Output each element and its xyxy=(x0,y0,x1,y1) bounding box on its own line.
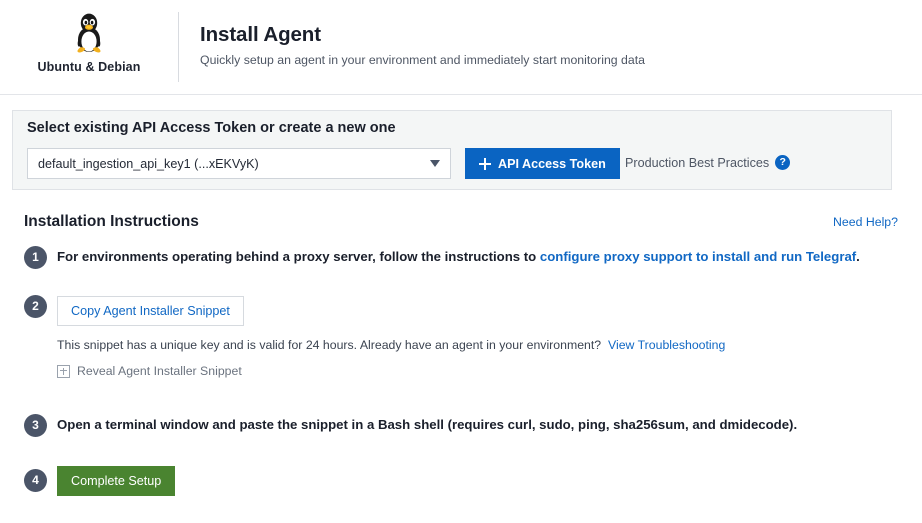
installation-steps: 1 For environments operating behind a pr… xyxy=(24,246,900,496)
step-3-body: Open a terminal window and paste the sni… xyxy=(57,414,900,435)
complete-setup-button[interactable]: Complete Setup xyxy=(57,466,175,496)
step-1-text-after: . xyxy=(856,249,860,264)
header-text-block: Install Agent Quickly setup an agent in … xyxy=(178,0,645,69)
expand-plus-box-icon xyxy=(57,365,70,378)
snippet-note: This snippet has a unique key and is val… xyxy=(57,337,900,354)
configure-proxy-support-link[interactable]: configure proxy support to install and r… xyxy=(540,249,856,264)
instructions-title: Installation Instructions xyxy=(24,213,199,231)
step-1: 1 For environments operating behind a pr… xyxy=(24,246,900,269)
step-1-badge: 1 xyxy=(24,246,47,269)
add-api-access-token-button[interactable]: API Access Token xyxy=(465,148,620,179)
header-vertical-divider xyxy=(178,12,179,82)
reveal-agent-installer-snippet-label: Reveal Agent Installer Snippet xyxy=(77,364,242,378)
step-3-badge: 3 xyxy=(24,414,47,437)
snippet-note-text: This snippet has a unique key and is val… xyxy=(57,338,601,352)
plus-icon xyxy=(479,158,491,170)
add-api-access-token-label: API Access Token xyxy=(498,157,606,171)
need-help-link[interactable]: Need Help? xyxy=(833,215,898,229)
view-troubleshooting-link[interactable]: View Troubleshooting xyxy=(608,338,725,352)
step-4: 4 Complete Setup xyxy=(24,465,900,496)
production-best-practices-link[interactable]: Production Best Practices ? xyxy=(625,155,790,170)
api-token-select[interactable]: default_ingestion_api_key1 (...xEKVyK) xyxy=(27,148,451,179)
step-2: 2 Copy Agent Installer Snippet This snip… xyxy=(24,295,900,378)
step-3-text: Open a terminal window and paste the sni… xyxy=(57,415,900,435)
api-token-select-value: default_ingestion_api_key1 (...xEKVyK) xyxy=(38,157,424,171)
api-token-panel: Select existing API Access Token or crea… xyxy=(12,110,892,190)
step-3: 3 Open a terminal window and paste the s… xyxy=(24,414,900,437)
os-platform-block: Ubuntu & Debian xyxy=(0,0,178,74)
step-4-badge: 4 xyxy=(24,469,47,492)
tux-linux-penguin-icon xyxy=(72,12,106,54)
step-2-badge: 2 xyxy=(24,295,47,318)
step-1-body: For environments operating behind a prox… xyxy=(57,246,900,267)
api-token-panel-title: Select existing API Access Token or crea… xyxy=(27,120,396,136)
step-2-body: Copy Agent Installer Snippet This snippe… xyxy=(57,295,900,378)
page-title: Install Agent xyxy=(200,22,645,48)
step-4-body: Complete Setup xyxy=(57,465,900,496)
page-subtitle: Quickly setup an agent in your environme… xyxy=(200,53,645,69)
page-header: Ubuntu & Debian Install Agent Quickly se… xyxy=(0,0,922,95)
reveal-agent-installer-snippet-toggle[interactable]: Reveal Agent Installer Snippet xyxy=(57,364,900,378)
copy-agent-installer-snippet-button[interactable]: Copy Agent Installer Snippet xyxy=(57,296,244,326)
instructions-header: Installation Instructions Need Help? xyxy=(24,213,898,231)
question-mark-circle-icon[interactable]: ? xyxy=(775,155,790,170)
step-1-text-before: For environments operating behind a prox… xyxy=(57,249,540,264)
os-platform-label: Ubuntu & Debian xyxy=(38,60,141,74)
step-1-text: For environments operating behind a prox… xyxy=(57,247,900,267)
production-best-practices-label: Production Best Practices xyxy=(625,156,769,170)
chevron-down-icon xyxy=(430,160,440,167)
